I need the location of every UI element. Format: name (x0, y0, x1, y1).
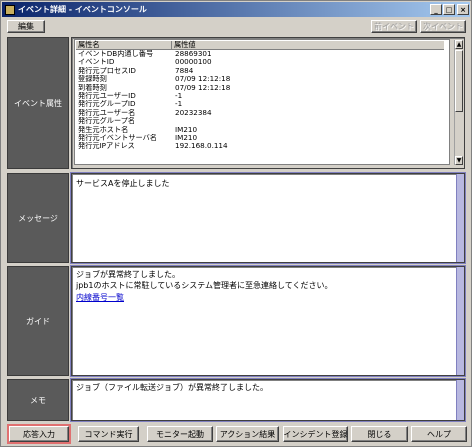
attribute-name: 発行元グループ名 (78, 117, 136, 126)
help-button[interactable]: ヘルプ (411, 426, 467, 442)
monitor-launch-button[interactable]: モニター起動 (147, 426, 213, 442)
memo-panel: ジョブ（ファイル転送ジョブ）が異常終了しました。 (70, 378, 466, 422)
guide-section-label: ガイド (7, 266, 69, 376)
attribute-row[interactable]: 発行元イベントサーバ名 IM210 (76, 133, 444, 143)
guide-line-2: jpb1のホストに常駐しているシステム管理者に至急連絡してください。 (76, 281, 333, 290)
action-result-button[interactable]: アクション結果 (216, 426, 279, 442)
column-header-value[interactable]: 属性値 (172, 40, 444, 49)
response-input-button[interactable]: 応答入力 (7, 424, 71, 444)
message-section-label: メッセージ (7, 173, 69, 263)
attribute-row[interactable]: 発行元IPアドレス 192.168.0.114 (76, 141, 444, 151)
close-button[interactable]: 閉じる (351, 426, 408, 442)
attributes-table-header: 属性名 属性値 (76, 40, 444, 50)
attribute-row[interactable]: 発生元ホスト名 IM210 (76, 125, 444, 134)
memo-scrollbar[interactable] (456, 380, 464, 420)
attribute-row[interactable]: 発行元ユーザーID -1 (76, 91, 444, 101)
attribute-name: 発行元グループID (78, 100, 136, 109)
incident-register-button[interactable]: インシデント登録 (283, 426, 348, 442)
guide-line-1: ジョブが異常終了しました。 (76, 270, 180, 279)
attribute-name: 登録時刻 (78, 75, 107, 84)
attributes-rows: イベントDB内通し番号 28869301 イベントID 00000100 発行元プロセス… (76, 49, 444, 151)
prev-event-button[interactable]: 前イベント (371, 20, 417, 33)
attribute-name: 発生元ホスト名 (78, 125, 129, 134)
guide-scrollbar[interactable] (456, 267, 464, 375)
attribute-name: イベントDB内通し番号 (78, 50, 154, 58)
attributes-table: 属性名 属性値 イベントDB内通し番号 28869301 イベントID 0000010… (76, 40, 444, 151)
attribute-name: 到着時刻 (78, 83, 107, 92)
attribute-name: 発行元IPアドレス (78, 142, 135, 151)
attribute-row[interactable]: イベントID 00000100 (76, 57, 444, 67)
close-window-button[interactable]: × (457, 4, 469, 15)
attribute-name: 発行元プロセスID (78, 66, 136, 75)
attribute-name: イベントID (78, 58, 115, 67)
scroll-down-arrow-icon[interactable]: ▼ (455, 156, 463, 165)
attribute-name: 発行元イベントサーバ名 (78, 134, 157, 143)
attribute-name: 発行元ユーザーID (78, 92, 136, 101)
attribute-row[interactable]: 発行元プロセスID 7884 (76, 66, 444, 75)
attribute-row[interactable]: 登録時刻 07/09 12:12:18 (76, 74, 444, 84)
attributes-scrollbar[interactable]: ▲ ▼ (454, 40, 463, 165)
window-title: イベント詳細 - イベントコンソール (18, 5, 147, 14)
extension-list-link[interactable]: 内線番号一覧 (76, 292, 124, 303)
scroll-thumb[interactable] (455, 50, 463, 112)
attributes-section-label: イベント属性 (7, 37, 69, 169)
app-icon (5, 4, 15, 15)
message-panel: サービスAを停止しました (70, 172, 466, 264)
guide-panel: ジョブが異常終了しました。 jpb1のホストに常駐しているシステム管理者に至急連… (70, 265, 466, 377)
scroll-up-arrow-icon[interactable]: ▲ (455, 40, 463, 49)
edit-button[interactable]: 編集 (7, 20, 45, 33)
event-detail-window: イベント詳細 - イベントコンソール _ □ × 編集 前イベント 次イベント … (0, 0, 472, 447)
attribute-name: 発行元ユーザー名 (78, 108, 136, 117)
memo-text: ジョブ（ファイル転送ジョブ）が異常終了しました。 (76, 383, 268, 392)
attributes-panel: 属性名 属性値 イベントDB内通し番号 28869301 イベントID 0000010… (71, 37, 465, 169)
title-bar: イベント詳細 - イベントコンソール _ □ × (2, 2, 470, 17)
message-text: サービスAを停止しました (76, 179, 170, 188)
next-event-button[interactable]: 次イベント (420, 20, 466, 33)
attribute-value: 192.168.0.114 (175, 141, 228, 151)
attribute-row[interactable]: 到着時刻 07/09 12:12:18 (76, 83, 444, 92)
attribute-row[interactable]: 発行元ユーザー名 20232384 (76, 107, 444, 117)
maximize-button[interactable]: □ (443, 4, 455, 15)
command-execute-button[interactable]: コマンド実行 (78, 426, 139, 442)
column-header-name[interactable]: 属性名 (76, 40, 172, 49)
attribute-value: 20232384 (175, 107, 212, 117)
message-scrollbar[interactable] (456, 174, 464, 262)
attribute-row[interactable]: 発行元グループID -1 (76, 100, 444, 109)
memo-section-label: メモ (7, 379, 69, 421)
minimize-button[interactable]: _ (430, 4, 442, 15)
attribute-row[interactable]: 発行元グループ名 (76, 117, 444, 125)
attribute-row[interactable]: イベントDB内通し番号 28869301 (76, 49, 444, 58)
